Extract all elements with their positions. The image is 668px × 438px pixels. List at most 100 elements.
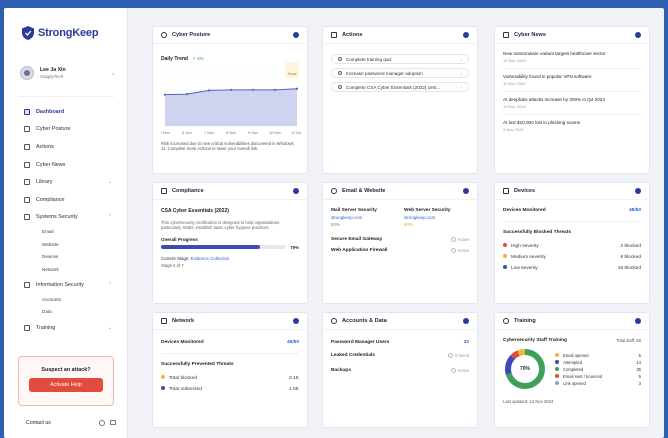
shield-icon — [24, 126, 30, 133]
news-item[interactable]: Vulnerability found in popular VPN softw… — [503, 69, 641, 92]
sidebar-subitem-network[interactable]: Network — [18, 264, 118, 277]
card-title: Training — [514, 318, 536, 324]
network-item-value: 1.5K — [289, 386, 299, 392]
network-card: Network Devices Monitored 45/50 Successf… — [152, 312, 308, 428]
web-domain-link[interactable]: strongkeep.com — [404, 215, 469, 220]
check-circle-icon — [450, 368, 456, 373]
gauge-icon — [161, 32, 167, 38]
gateway-label: Secure Email Gateway — [331, 237, 383, 242]
mail-domain-link[interactable]: strongkeep.com — [331, 215, 396, 220]
stage-of: Stage 4 of 7 — [161, 262, 184, 268]
document-icon — [338, 85, 342, 89]
avatar — [20, 66, 34, 80]
sidebar-item-actions[interactable]: Actions — [18, 138, 118, 156]
sidebar-subitem-email[interactable]: Email — [18, 226, 118, 239]
legend-value: 5 — [638, 353, 641, 358]
info-icon[interactable] — [635, 188, 641, 194]
news-item[interactable]: AI deepfake attacks increase by 300% in … — [503, 92, 641, 115]
web-server-label: Web Server Security — [404, 208, 451, 213]
legend-item: Completed — [555, 367, 583, 372]
key-icon — [338, 71, 342, 75]
chevron-up-icon: ⌃ — [107, 281, 112, 288]
network-icon — [161, 318, 167, 324]
cyber-news-card: Cyber News New ransomware variant target… — [494, 26, 650, 174]
info-icon[interactable] — [293, 318, 299, 324]
info-icon[interactable] — [463, 318, 469, 324]
brand-logo[interactable]: StrongKeep — [22, 26, 99, 40]
sidebar-item-cyber-news[interactable]: Cyber News — [18, 156, 118, 174]
activate-help-button[interactable]: Activate Help — [29, 378, 103, 392]
legend-item: Email sent / bounced — [555, 374, 602, 379]
info-icon[interactable] — [463, 188, 469, 194]
legend-item: Link opened — [555, 381, 586, 386]
sidebar-subitem-devices[interactable]: Devices — [18, 251, 118, 264]
action-item[interactable]: Complete CSA Cyber Essentials (2022) cer… — [331, 82, 469, 92]
threat-row-label: High severity — [503, 243, 539, 249]
trend-point[interactable] — [185, 93, 189, 96]
chevron-down-icon: ⌄ — [110, 70, 116, 77]
info-icon[interactable] — [293, 188, 299, 194]
lock-icon — [24, 281, 30, 288]
sidebar-item-training[interactable]: Training ⌄ — [18, 319, 118, 337]
info-icon[interactable] — [635, 32, 641, 38]
legend-item: Email opened — [555, 353, 589, 358]
sidebar-subitem-website[interactable]: Website — [18, 239, 118, 252]
legend-label: Email opened — [563, 353, 589, 358]
action-item[interactable]: Complete training quiz › — [331, 54, 469, 64]
trend-point[interactable] — [273, 88, 277, 91]
trend-point[interactable] — [207, 89, 211, 92]
legend-dot — [555, 374, 559, 378]
sidebar-subitem-accounts[interactable]: Accounts — [18, 294, 118, 307]
sidebar-subitem-data[interactable]: Data — [18, 306, 118, 319]
user-switcher[interactable]: Lee Ja Xin SupplyTech ⌄ — [20, 66, 116, 80]
card-title: Actions — [342, 32, 363, 38]
contact-us-link[interactable]: Contact us — [26, 420, 51, 426]
server-icon — [24, 214, 30, 221]
info-icon[interactable] — [635, 318, 641, 324]
key-icon — [331, 318, 337, 324]
sidebar-item-cyber-posture[interactable]: Cyber Posture — [18, 121, 118, 139]
threat-row-label: Low severity — [503, 265, 538, 271]
stage-value-link[interactable]: Evidence Collection — [191, 256, 230, 261]
legend-dot — [555, 367, 559, 371]
news-item[interactable]: AI lost $10,000 lost in phishing scams 9… — [503, 115, 641, 137]
training-card: Training Cybersecurity Staff Training To… — [494, 312, 650, 428]
globe-icon — [331, 188, 337, 194]
app-name: StrongKeep — [38, 27, 99, 39]
sidebar-nav: Dashboard Cyber Posture Actions Cyber Ne… — [18, 103, 118, 336]
legend-dot — [555, 381, 559, 385]
whatsapp-icon[interactable] — [99, 420, 105, 426]
sidebar-item-library[interactable]: Library ⌄ — [18, 173, 118, 191]
list-icon — [331, 32, 337, 38]
action-item[interactable]: Increase password manager adoption › — [331, 68, 469, 78]
sidebar-item-dashboard[interactable]: Dashboard — [18, 103, 118, 121]
mail-icon[interactable] — [110, 420, 116, 425]
info-icon[interactable] — [463, 32, 469, 38]
divider — [503, 221, 641, 222]
trend-point[interactable] — [229, 88, 233, 91]
email-website-card: Email & Website Mail Server Security str… — [322, 182, 478, 304]
sidebar-item-compliance[interactable]: Compliance — [18, 191, 118, 209]
info-icon[interactable] — [293, 32, 299, 38]
user-name: Lee Ja Xin — [40, 67, 66, 73]
news-item[interactable]: New ransomware variant targets healthcar… — [503, 46, 641, 69]
x-tick-label: 11 Nov — [291, 131, 301, 135]
status-badge: Active — [450, 248, 469, 253]
check-circle-icon — [450, 248, 456, 253]
sidebar-item-information-security[interactable]: Information Security ⌃ — [18, 276, 118, 294]
status-badge: Active — [450, 237, 469, 242]
card-title: Cyber Posture — [172, 32, 211, 38]
sidebar-item-systems-security[interactable]: Systems Security ⌃ — [18, 209, 118, 227]
trend-point[interactable] — [251, 88, 255, 91]
cap-icon — [503, 318, 509, 324]
trend-point[interactable] — [295, 87, 299, 90]
cap-icon — [24, 324, 30, 331]
cyber-posture-card: Cyber Posture Daily Trend ↗ 4% Good 5 No… — [152, 26, 308, 174]
trend-point[interactable] — [163, 93, 167, 96]
sidebar-item-label: Compliance — [36, 196, 65, 203]
card-title: Accounts & Data — [342, 318, 387, 324]
status-badge: 0 found — [448, 353, 469, 358]
network-row-label: Total redirected — [161, 386, 202, 392]
stage-label: Current Stage: — [161, 255, 190, 261]
chevron-up-icon: ⌃ — [107, 214, 112, 221]
